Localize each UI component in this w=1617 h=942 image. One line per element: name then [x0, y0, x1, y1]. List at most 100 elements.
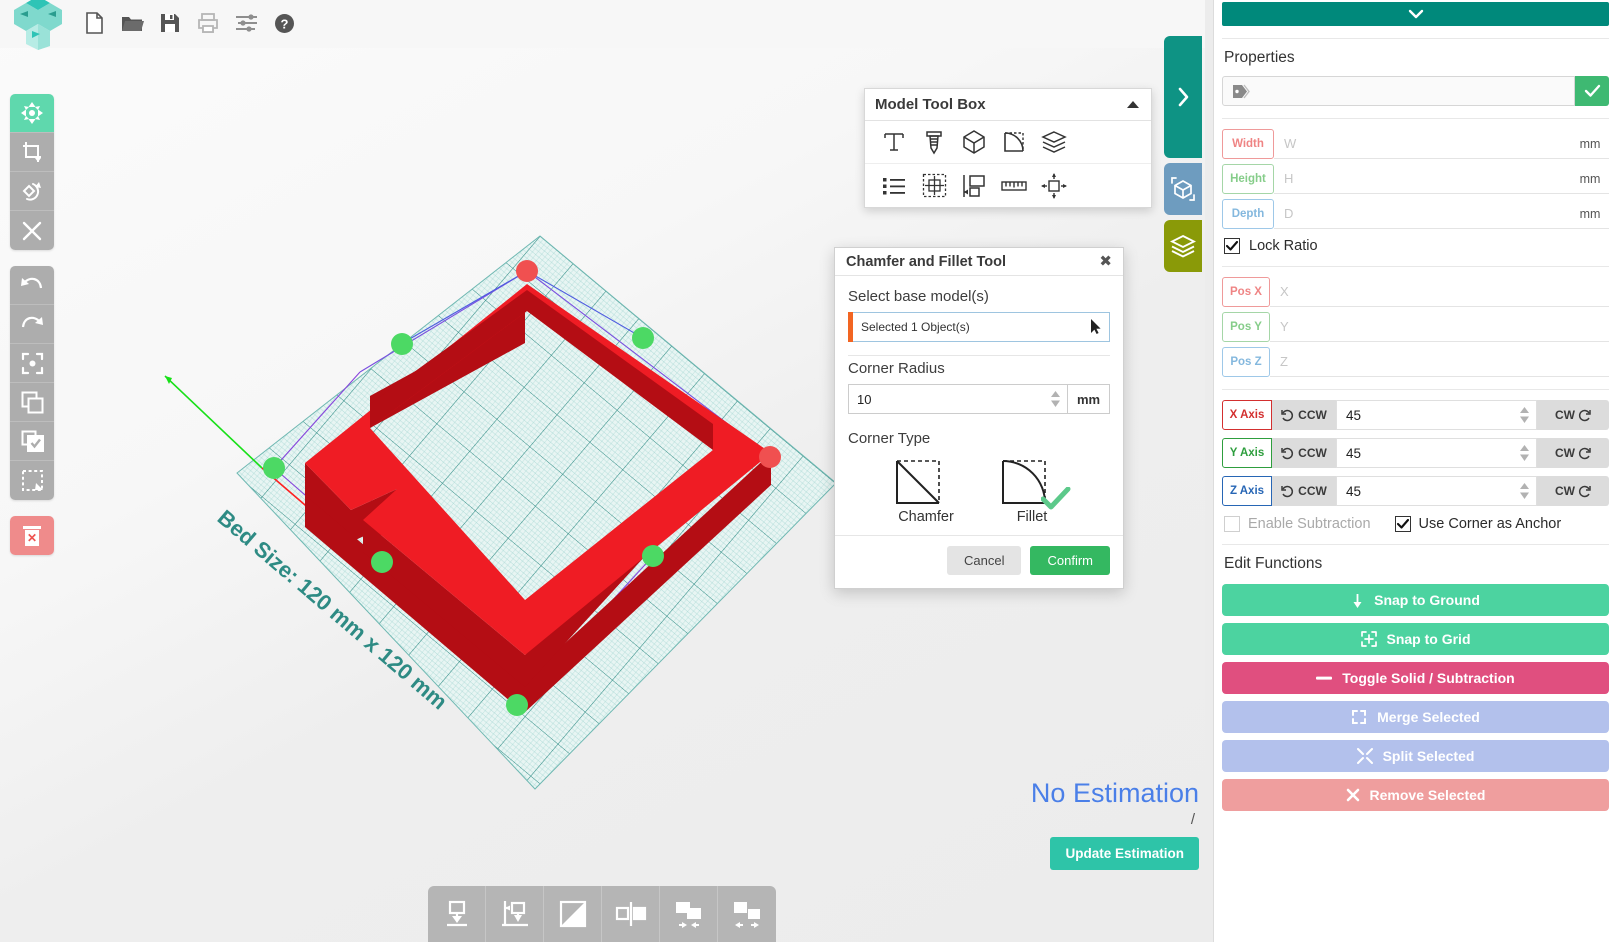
x-axis-cw-button[interactable]: CW — [1537, 400, 1609, 430]
help-icon[interactable]: ? — [272, 10, 296, 36]
height-field[interactable]: H — [1274, 164, 1571, 194]
resize-icon[interactable] — [1039, 171, 1069, 201]
y-axis-tag: Y Axis — [1222, 438, 1272, 468]
model-tool-box-title: Model Tool Box — [875, 96, 986, 113]
chamfer-fillet-dialog[interactable]: Chamfer and Fillet Tool ✖ Select base mo… — [834, 247, 1124, 589]
pos-y-row[interactable]: Pos Y Y — [1222, 312, 1609, 342]
layers-icon[interactable] — [1039, 127, 1069, 157]
spinner-icon[interactable] — [1050, 388, 1061, 408]
fillet-option[interactable]: Fillet — [995, 457, 1071, 525]
chamfer-option[interactable]: Chamfer — [889, 457, 963, 525]
handle-corner-top — [516, 260, 538, 282]
copy-tool[interactable] — [10, 383, 54, 422]
y-axis-spinner-icon[interactable] — [1519, 442, 1530, 462]
pos-z-row[interactable]: Pos Z Z — [1222, 347, 1609, 377]
cancel-button[interactable]: Cancel — [947, 546, 1022, 575]
snap-to-grid-button[interactable]: Snap to Grid — [1222, 623, 1609, 655]
width-field[interactable]: W — [1274, 129, 1571, 159]
y-axis-rotate-row[interactable]: Y Axis CCW 45 CW — [1222, 438, 1609, 468]
save-icon[interactable] — [158, 10, 182, 36]
corner-radius-input[interactable]: 10 — [848, 384, 1068, 414]
drop-to-bed-button[interactable] — [428, 886, 486, 942]
z-axis-value: 45 — [1346, 483, 1362, 499]
split-selected-button[interactable]: Split Selected — [1222, 740, 1609, 772]
flip-diagonal-button[interactable] — [544, 886, 602, 942]
height-row[interactable]: Height H mm — [1222, 164, 1609, 194]
model-tool-box-dialog[interactable]: Model Tool Box — [864, 88, 1152, 208]
z-axis-value-input[interactable]: 45 — [1336, 476, 1537, 506]
delete-tool[interactable] — [10, 211, 54, 250]
estimation-title: No Estimation — [1030, 778, 1199, 808]
ruler-icon[interactable] — [999, 171, 1029, 201]
focus-tool[interactable] — [10, 344, 54, 383]
merge-selected-button[interactable]: Merge Selected — [1222, 701, 1609, 733]
clear-all-tool[interactable]: ✕ — [10, 516, 54, 555]
z-axis-spinner-icon[interactable] — [1519, 480, 1530, 500]
grid-snap-icon — [1360, 631, 1377, 647]
confirm-button[interactable]: Confirm — [1030, 546, 1110, 575]
remove-selected-button[interactable]: Remove Selected — [1222, 779, 1609, 811]
text-tool-icon[interactable] — [879, 127, 909, 157]
x-axis-value-input[interactable]: 45 — [1336, 400, 1537, 430]
screw-tool-icon[interactable] — [919, 127, 949, 157]
spread-apart-button[interactable] — [718, 886, 776, 942]
lock-ratio-row[interactable]: Lock Ratio — [1224, 238, 1609, 254]
y-axis-value-input[interactable]: 45 — [1336, 438, 1537, 468]
selected-objects-row[interactable]: Selected 1 Object(s) — [848, 312, 1110, 342]
lock-ratio-checkbox[interactable] — [1224, 238, 1240, 254]
pos-y-field[interactable]: Y — [1270, 312, 1609, 342]
x-axis-spinner-icon[interactable] — [1519, 404, 1530, 424]
select-check-tool[interactable] — [10, 422, 54, 461]
z-axis-cw-button[interactable]: CW — [1537, 476, 1609, 506]
use-corner-anchor-checkbox[interactable] — [1394, 516, 1411, 532]
pos-x-row[interactable]: Pos X X — [1222, 277, 1609, 307]
selected-objects-field[interactable]: Selected 1 Object(s) — [853, 312, 1110, 342]
use-corner-anchor-label: Use Corner as Anchor — [1418, 516, 1562, 532]
layers-view-tab[interactable] — [1164, 220, 1202, 272]
x-axis-ccw-button[interactable]: CCW — [1272, 400, 1336, 430]
update-estimation-button[interactable]: Update Estimation — [1050, 837, 1199, 870]
y-axis-ccw-button[interactable]: CCW — [1272, 438, 1336, 468]
list-icon[interactable] — [879, 171, 909, 201]
tag-name-input[interactable] — [1222, 76, 1575, 106]
x-axis-rotate-row[interactable]: X Axis CCW 45 CW — [1222, 400, 1609, 430]
pos-z-field[interactable]: Z — [1270, 347, 1609, 377]
chamfer-fillet-icon[interactable] — [999, 127, 1029, 157]
redo-tool[interactable] — [10, 305, 54, 344]
model-view-tab[interactable] — [1164, 163, 1202, 215]
depth-row[interactable]: Depth D mm — [1222, 199, 1609, 229]
panel-collapse-button[interactable] — [1222, 2, 1609, 26]
scale-tool[interactable] — [10, 133, 54, 172]
width-row[interactable]: Width W mm — [1222, 129, 1609, 159]
align-icon[interactable] — [959, 171, 989, 201]
move-tool[interactable] — [10, 94, 54, 133]
settings-sliders-icon[interactable] — [234, 10, 258, 36]
z-axis-rotate-row[interactable]: Z Axis CCW 45 CW — [1222, 476, 1609, 506]
tag-confirm-button[interactable] — [1575, 76, 1609, 106]
group-together-button[interactable] — [660, 886, 718, 942]
toggle-solid-subtraction-button[interactable]: Toggle Solid / Subtraction — [1222, 662, 1609, 694]
open-folder-icon[interactable] — [120, 10, 144, 36]
z-axis-ccw-button[interactable]: CCW — [1272, 476, 1336, 506]
new-file-icon[interactable] — [82, 10, 106, 36]
depth-field[interactable]: D — [1274, 199, 1571, 229]
pos-x-field[interactable]: X — [1270, 277, 1609, 307]
array-grid-icon[interactable] — [919, 171, 949, 201]
mirror-button[interactable] — [602, 886, 660, 942]
enable-subtraction-checkbox[interactable] — [1224, 516, 1240, 532]
snap-to-ground-button[interactable]: Snap to Ground — [1222, 584, 1609, 616]
print-icon[interactable] — [196, 10, 220, 36]
marquee-select-tool[interactable] — [10, 461, 54, 500]
y-axis-cw-button[interactable]: CW — [1537, 438, 1609, 468]
close-icon[interactable]: ✖ — [1099, 254, 1112, 269]
undo-tool[interactable] — [10, 266, 54, 305]
tag-name-row[interactable] — [1222, 76, 1609, 106]
panel-expand-tab[interactable] — [1164, 36, 1202, 158]
primitive-cube-icon[interactable] — [959, 127, 989, 157]
align-to-origin-button[interactable] — [486, 886, 544, 942]
cube-focus-icon — [1171, 177, 1195, 201]
corner-radius-row[interactable]: 10 mm — [848, 384, 1110, 414]
rotate-tool[interactable] — [10, 172, 54, 211]
app-logo[interactable] — [10, 0, 66, 50]
collapse-up-icon[interactable] — [1125, 97, 1141, 113]
